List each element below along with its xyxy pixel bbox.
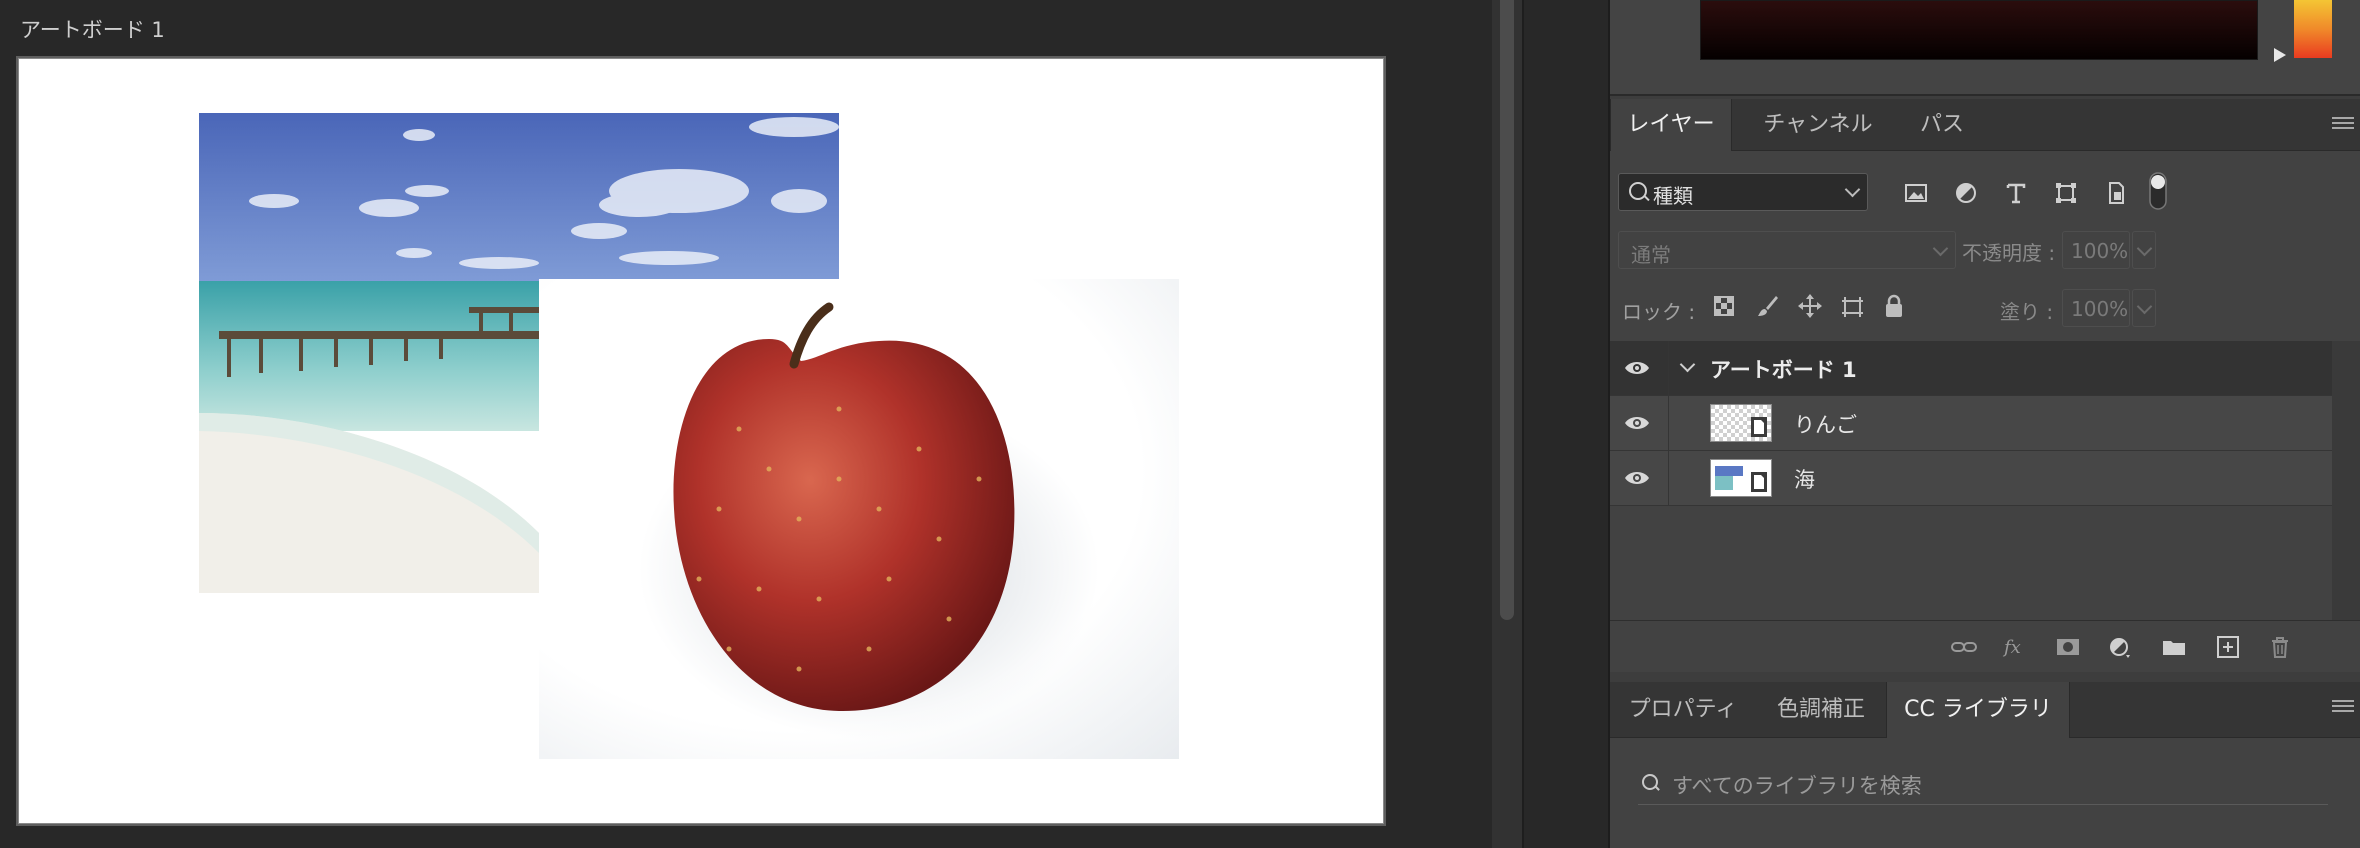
smart-object-filter-icon[interactable] bbox=[2102, 179, 2130, 207]
chevron-down-icon bbox=[1844, 181, 1861, 198]
adjustment-filter-icon[interactable] bbox=[1952, 179, 1980, 207]
layer-name-sea[interactable]: 海 bbox=[1794, 464, 1815, 494]
library-search-placeholder: すべてのライブラリを検索 bbox=[1672, 774, 1922, 798]
fx-icon[interactable]: fx bbox=[2000, 635, 2028, 659]
layer-row-divider bbox=[1668, 451, 1669, 506]
tab-properties[interactable]: プロパティ bbox=[1610, 682, 1756, 738]
canvas-scrollbar-thumb[interactable] bbox=[1500, 0, 1514, 620]
tab-adjustments[interactable]: 色調補正 bbox=[1758, 682, 1884, 738]
lock-paint-icon[interactable] bbox=[1754, 292, 1782, 320]
panel-menu-icon[interactable] bbox=[2332, 117, 2354, 133]
tab-channels[interactable]: チャンネル bbox=[1738, 99, 1898, 151]
layer-filter-select[interactable]: 種類 bbox=[1618, 173, 1868, 211]
artboard[interactable] bbox=[16, 56, 1386, 826]
color-picker-panel bbox=[1610, 0, 2360, 96]
layer-list: アートボード 1 りんご 海 bbox=[1610, 341, 2332, 661]
new-layer-icon[interactable] bbox=[2214, 635, 2242, 659]
panel-menu-icon[interactable] bbox=[2332, 700, 2354, 716]
fill-input[interactable]: 100% bbox=[2062, 289, 2130, 327]
layer-row-apple[interactable]: りんご bbox=[1610, 396, 2332, 451]
search-icon bbox=[1642, 774, 1658, 790]
layers-panel: 種類 通常 不透明度 : 100% ロック: 塗り: 100% アートボード… bbox=[1610, 151, 2360, 671]
artboard-title[interactable]: アートボード 1 bbox=[20, 14, 165, 44]
search-icon bbox=[1629, 182, 1647, 200]
layer-row-artboard[interactable]: アートボード 1 bbox=[1610, 341, 2332, 396]
lock-label: ロック : bbox=[1622, 300, 1696, 324]
opacity-label: 不透明度 : bbox=[1962, 241, 2056, 265]
color-field[interactable] bbox=[1700, 0, 2258, 60]
toolbar-gutter bbox=[1522, 0, 1608, 848]
filter-toggle-icon[interactable] bbox=[2148, 171, 2168, 211]
library-panel: すべてのライブラリを検索 bbox=[1610, 738, 2360, 848]
chevron-down-icon bbox=[2136, 240, 2153, 257]
lock-artboard-icon[interactable] bbox=[1838, 292, 1866, 320]
add-mask-icon[interactable] bbox=[2054, 635, 2082, 659]
layer-name-artboard[interactable]: アートボード 1 bbox=[1710, 354, 1857, 384]
layer-filter-label: 種類 bbox=[1653, 184, 1693, 208]
layers-footer-toolbar: fx bbox=[1610, 620, 2360, 672]
fill-label: 塗り : bbox=[2000, 300, 2054, 324]
layer-row-divider bbox=[1668, 341, 1669, 396]
svg-text:fx: fx bbox=[2002, 637, 2021, 658]
layer-thumbnail-apple bbox=[1710, 404, 1772, 442]
right-panel: レイヤー チャンネル パス 種類 通常 不透明度: 100% ロック: 塗り… bbox=[1608, 0, 2360, 848]
visibility-eye-icon[interactable] bbox=[1624, 469, 1650, 487]
blend-mode-label: 通常 bbox=[1631, 243, 1671, 267]
apple-photo-layer[interactable] bbox=[539, 279, 1179, 759]
hue-slider-pointer[interactable] bbox=[2274, 48, 2286, 62]
image-filter-icon[interactable] bbox=[1902, 179, 1930, 207]
layer-name-apple[interactable]: りんご bbox=[1794, 409, 1857, 439]
new-group-icon[interactable] bbox=[2160, 635, 2188, 659]
opacity-value: 100% bbox=[2071, 239, 2129, 263]
visibility-eye-icon[interactable] bbox=[1624, 414, 1650, 432]
opacity-dropdown-button[interactable] bbox=[2132, 231, 2156, 269]
shape-filter-icon[interactable] bbox=[2052, 179, 2080, 207]
layer-row-sea[interactable]: 海 bbox=[1610, 451, 2332, 506]
chevron-down-icon bbox=[2136, 298, 2153, 315]
library-panel-tabs: プロパティ 色調補正 CC ライブラリ bbox=[1610, 682, 2360, 738]
lock-all-icon[interactable] bbox=[1880, 292, 1908, 320]
visibility-eye-icon[interactable] bbox=[1624, 359, 1650, 377]
lock-transparent-icon[interactable] bbox=[1710, 292, 1738, 320]
layers-panel-tabs: レイヤー チャンネル パス bbox=[1610, 99, 2360, 151]
fill-dropdown-button[interactable] bbox=[2132, 289, 2156, 327]
hue-slider[interactable] bbox=[2294, 0, 2332, 58]
canvas-area[interactable]: アートボード 1 bbox=[0, 0, 1492, 848]
blend-mode-select[interactable]: 通常 bbox=[1618, 231, 1956, 269]
fill-value: 100% bbox=[2071, 297, 2129, 321]
type-filter-icon[interactable] bbox=[2002, 179, 2030, 207]
lock-position-icon[interactable] bbox=[1796, 292, 1824, 320]
tab-layers[interactable]: レイヤー bbox=[1610, 99, 1732, 151]
tab-paths[interactable]: パス bbox=[1900, 99, 1984, 151]
library-search-field[interactable]: すべてのライブラリを検索 bbox=[1638, 762, 2328, 805]
adjustment-layer-icon[interactable] bbox=[2106, 635, 2134, 659]
layer-thumbnail-sea bbox=[1710, 459, 1772, 497]
layer-row-divider bbox=[1668, 396, 1669, 451]
chevron-down-icon bbox=[1932, 240, 1949, 257]
link-layers-icon[interactable] bbox=[1950, 635, 1978, 659]
tab-cc-libraries[interactable]: CC ライブラリ bbox=[1886, 682, 2070, 738]
opacity-input[interactable]: 100% bbox=[2062, 231, 2130, 269]
delete-layer-icon[interactable] bbox=[2266, 635, 2294, 659]
expand-chevron-icon[interactable] bbox=[1679, 356, 1696, 373]
